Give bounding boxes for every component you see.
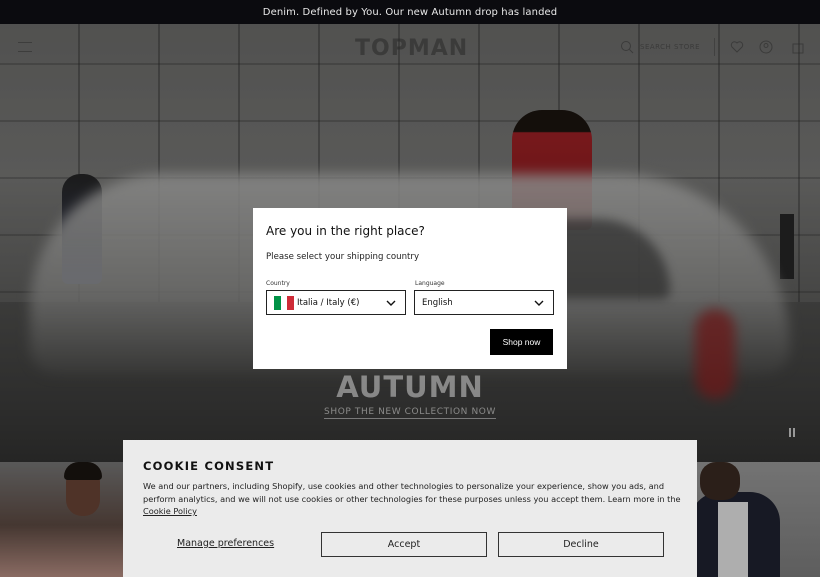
country-selector-modal: Are you in the right place? Please selec…: [253, 208, 567, 369]
cookie-text: We and our partners, including Shopify, …: [143, 480, 683, 518]
search-store-label: SEARCH STORE: [640, 43, 701, 51]
announcement-text: Denim. Defined by You. Our new Autumn dr…: [262, 6, 558, 18]
shop-now-button[interactable]: Shop now: [490, 329, 553, 355]
cookie-consent-banner: COOKIE CONSENT We and our partners, incl…: [123, 440, 697, 577]
site-logo[interactable]: TOPMAN: [355, 36, 468, 61]
cookie-policy-link[interactable]: Cookie Policy: [143, 506, 197, 516]
hero-title: AUTUMN: [336, 370, 484, 404]
wishlist-icon[interactable]: [730, 40, 744, 54]
pause-icon[interactable]: [786, 428, 798, 440]
announcement-bar: Denim. Defined by You. Our new Autumn dr…: [0, 0, 820, 24]
country-select[interactable]: Italia / Italy (€): [266, 290, 406, 315]
chevron-down-icon: [534, 300, 544, 306]
account-icon[interactable]: [759, 40, 773, 54]
italy-flag-icon: [274, 295, 295, 310]
cookie-body: We and our partners, including Shopify, …: [143, 481, 681, 504]
site-header: TOPMAN SEARCH STORE: [0, 24, 820, 72]
search-icon: [621, 41, 634, 54]
header-divider: [714, 38, 715, 56]
chevron-down-icon: [386, 300, 396, 306]
language-label: Language: [415, 280, 445, 287]
hero-shop-link[interactable]: SHOP THE NEW COLLECTION NOW: [0, 407, 820, 419]
manage-preferences-link[interactable]: Manage preferences: [177, 538, 274, 549]
hero-shop-link-label: SHOP THE NEW COLLECTION NOW: [324, 407, 496, 419]
modal-title: Are you in the right place?: [266, 224, 425, 238]
accept-button[interactable]: Accept: [321, 532, 487, 557]
menu-icon[interactable]: [18, 42, 32, 52]
language-value: English: [422, 297, 453, 308]
modal-subtitle: Please select your shipping country: [266, 252, 420, 262]
cookie-title: COOKIE CONSENT: [143, 459, 275, 473]
country-value: Italia / Italy (€): [297, 297, 360, 308]
language-select[interactable]: English: [414, 290, 554, 315]
decline-button[interactable]: Decline: [498, 532, 664, 557]
hero-heading-wrap: AUTUMN: [0, 370, 820, 404]
search-store-button[interactable]: SEARCH STORE: [620, 40, 700, 54]
bag-icon[interactable]: [791, 40, 805, 54]
country-label: Country: [266, 280, 290, 287]
